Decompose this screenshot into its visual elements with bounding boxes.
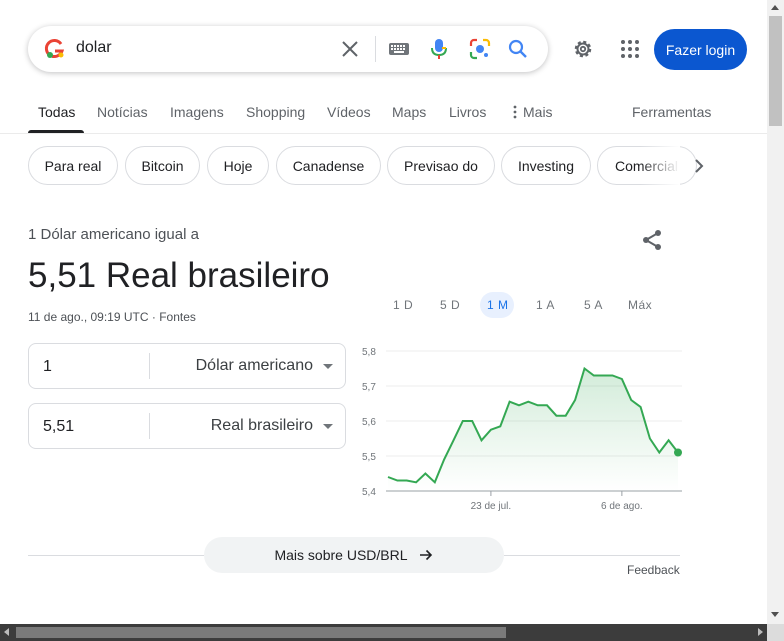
tab-mais[interactable]: Mais bbox=[512, 104, 553, 120]
login-button[interactable]: Fazer login bbox=[654, 29, 747, 70]
feedback-link[interactable]: Feedback bbox=[627, 563, 680, 577]
to-currency-select[interactable]: Real brasileiro bbox=[211, 417, 313, 435]
scroll-left-arrow-icon[interactable] bbox=[4, 628, 9, 636]
y-tick-label: 5,8 bbox=[362, 347, 376, 358]
microphone-icon[interactable] bbox=[428, 37, 450, 61]
scroll-up-arrow-icon[interactable] bbox=[771, 5, 779, 10]
chip-canadense[interactable]: Canadense bbox=[276, 146, 381, 185]
chip-previsao-do[interactable]: Previsao do bbox=[387, 146, 495, 185]
tab-mais-label: Mais bbox=[523, 104, 553, 120]
range-max[interactable]: Máx bbox=[628, 298, 652, 312]
y-tick-label: 5,5 bbox=[362, 452, 376, 463]
range-5d[interactable]: 5 D bbox=[440, 298, 460, 312]
timestamp: 11 de ago., 09:19 UTC bbox=[28, 310, 149, 324]
google-lens-icon[interactable] bbox=[468, 37, 492, 61]
y-tick-label: 5,4 bbox=[362, 487, 376, 498]
x-tick-label: 23 de jul. bbox=[471, 501, 512, 512]
search-tabs: Todas Notícias Imagens Shopping Vídeos M… bbox=[0, 92, 767, 134]
search-bar[interactable]: dolar bbox=[28, 26, 548, 72]
range-1a[interactable]: 1 A bbox=[536, 298, 555, 312]
tab-livros[interactable]: Livros bbox=[449, 104, 486, 120]
range-5a[interactable]: 5 A bbox=[584, 298, 603, 312]
clear-icon[interactable] bbox=[338, 37, 362, 61]
from-separator bbox=[149, 353, 150, 379]
tab-todas[interactable]: Todas bbox=[38, 104, 75, 120]
chevron-right-icon[interactable] bbox=[688, 155, 710, 177]
divider-right bbox=[504, 555, 680, 556]
from-currency-row: 1 Dólar americano bbox=[28, 343, 346, 389]
settings-gear-icon[interactable] bbox=[571, 37, 595, 61]
x-axis-ticks: 23 de jul. 6 de ago. bbox=[471, 491, 643, 512]
scrollbar-corner bbox=[767, 624, 784, 641]
to-currency-row: 5,51 Real brasileiro bbox=[28, 403, 346, 449]
from-amount-input[interactable]: 1 bbox=[43, 358, 52, 376]
tab-videos[interactable]: Vídeos bbox=[327, 104, 371, 120]
dropdown-arrow-icon[interactable] bbox=[323, 424, 333, 429]
google-doodle-icon[interactable] bbox=[44, 38, 66, 60]
vertical-scroll-thumb[interactable] bbox=[769, 16, 782, 126]
more-vert-icon bbox=[513, 105, 517, 119]
chart-area-fill bbox=[388, 368, 678, 491]
more-about-label: Mais sobre USD/BRL bbox=[274, 547, 408, 563]
y-tick-label: 5,7 bbox=[362, 382, 376, 393]
horizontal-scroll-thumb[interactable] bbox=[16, 627, 506, 638]
scroll-down-arrow-icon[interactable] bbox=[771, 612, 779, 617]
y-tick-label: 5,6 bbox=[362, 417, 376, 428]
arrow-right-icon bbox=[419, 549, 432, 561]
scroll-right-arrow-icon[interactable] bbox=[758, 628, 763, 636]
range-1d[interactable]: 1 D bbox=[393, 298, 413, 312]
y-axis-labels: 5,8 5,7 5,6 5,5 5,4 bbox=[362, 347, 376, 498]
sources-link[interactable]: Fontes bbox=[159, 310, 196, 324]
vertical-scrollbar[interactable] bbox=[767, 0, 784, 624]
chart-last-point bbox=[674, 448, 682, 457]
tab-shopping[interactable]: Shopping bbox=[246, 104, 305, 120]
apps-grid-icon[interactable] bbox=[618, 37, 642, 61]
exchange-rate-chart[interactable]: 5,8 5,7 5,6 5,5 5,4 23 de jul. 6 de ago. bbox=[356, 338, 686, 518]
dropdown-arrow-icon[interactable] bbox=[323, 364, 333, 369]
chip-bitcoin[interactable]: Bitcoin bbox=[125, 146, 200, 185]
chip-hoje[interactable]: Hoje bbox=[207, 146, 269, 185]
tab-maps[interactable]: Maps bbox=[392, 104, 426, 120]
tab-ferramentas[interactable]: Ferramentas bbox=[632, 104, 711, 120]
to-amount-input[interactable]: 5,51 bbox=[43, 418, 74, 436]
conversion-result: 5,51 Real brasileiro bbox=[28, 256, 330, 295]
meta-separator: · bbox=[151, 310, 156, 324]
more-about-button[interactable]: Mais sobre USD/BRL bbox=[204, 537, 504, 573]
search-icon[interactable] bbox=[506, 37, 530, 61]
divider-left bbox=[28, 555, 204, 556]
search-input[interactable]: dolar bbox=[76, 39, 112, 57]
chip-para-real[interactable]: Para real bbox=[28, 146, 118, 185]
active-tab-indicator bbox=[28, 130, 84, 133]
chip-investing[interactable]: Investing bbox=[501, 146, 591, 185]
range-1m[interactable]: 1 M bbox=[487, 298, 509, 312]
timestamp-sources: 11 de ago., 09:19 UTC · Fontes bbox=[28, 310, 196, 324]
from-currency-select[interactable]: Dólar americano bbox=[196, 357, 313, 375]
x-tick-label: 6 de ago. bbox=[601, 501, 643, 512]
chips-fade bbox=[640, 146, 680, 185]
horizontal-scrollbar[interactable] bbox=[0, 624, 784, 641]
search-divider bbox=[375, 36, 376, 62]
to-separator bbox=[149, 413, 150, 439]
keyboard-icon[interactable] bbox=[388, 38, 410, 60]
tab-noticias[interactable]: Notícias bbox=[97, 104, 148, 120]
share-icon[interactable] bbox=[640, 228, 664, 252]
range-selector: 1 D 5 D 1 M 1 A 5 A Máx bbox=[384, 292, 664, 320]
equal-label: 1 Dólar americano igual a bbox=[28, 226, 199, 243]
tab-imagens[interactable]: Imagens bbox=[170, 104, 224, 120]
